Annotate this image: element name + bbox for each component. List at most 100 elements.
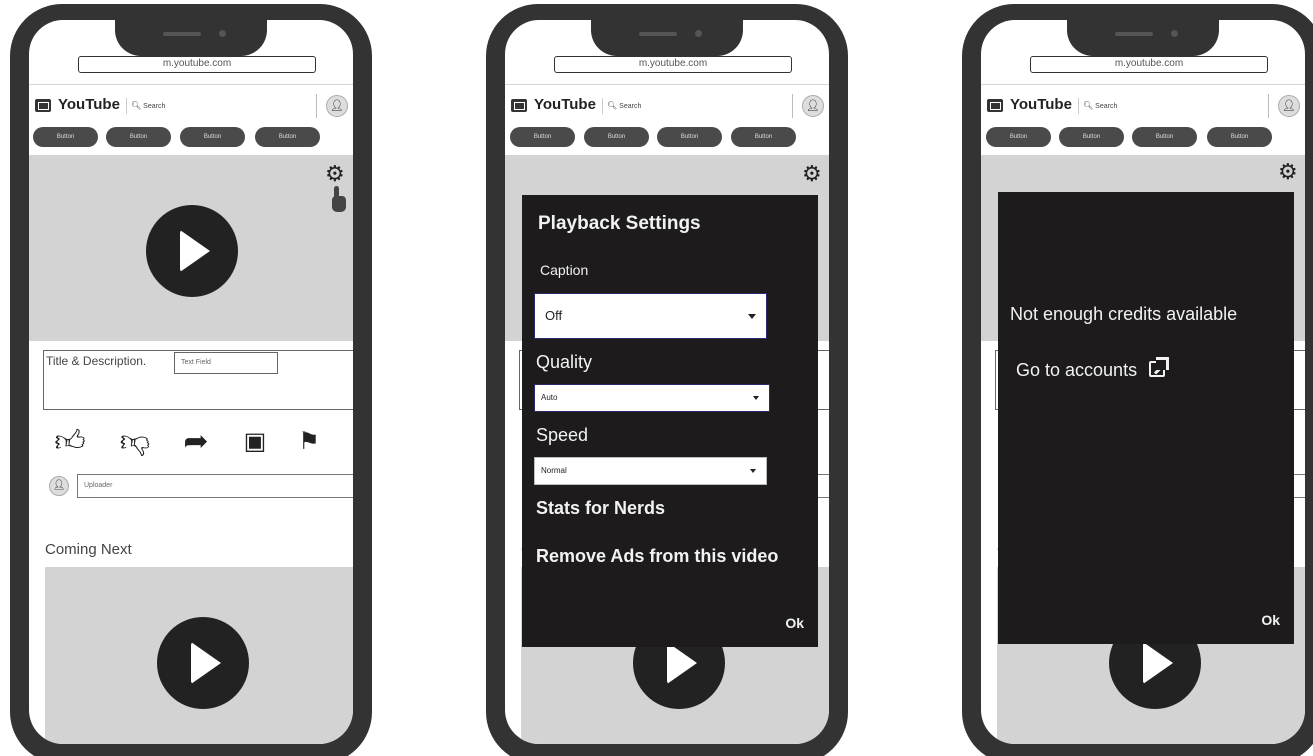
url-bar[interactable]: m.youtube.com (78, 56, 316, 73)
external-link-icon (1149, 357, 1170, 377)
play-icon (667, 642, 697, 684)
search-icon: 🔍︎ (607, 101, 618, 110)
phone-screen-2: m.youtube.com YouTube 🔍︎ Search 👤︎ Button… (505, 20, 829, 744)
title-description-box: Title & Description. Text Field (43, 350, 353, 410)
header-divider (792, 94, 793, 118)
video-player[interactable]: ⚙︎ (29, 155, 353, 341)
phone-screen-3: m.youtube.com YouTube 🔍︎ Search 👤︎ Button… (981, 20, 1305, 744)
share-icon[interactable]: ➦ (178, 424, 214, 460)
phone-frame-2: m.youtube.com YouTube 🔍︎ Search 👤︎ Button… (486, 4, 848, 756)
url-bar[interactable]: m.youtube.com (554, 56, 792, 73)
next-video-thumbnail[interactable] (45, 567, 353, 744)
app-title: YouTube (534, 96, 596, 113)
search-input[interactable]: 🔍︎ Search (126, 98, 311, 114)
chip-bar: Button Button Button Button (981, 127, 1305, 147)
app-title: YouTube (1010, 96, 1072, 113)
settings-gear-icon[interactable]: ⚙︎ (1278, 161, 1298, 183)
phone-frame-1: m.youtube.com YouTube 🔍︎ Search 👤︎ Button… (10, 4, 372, 756)
ok-button[interactable]: Ok (1261, 612, 1280, 628)
phone-frame-3: m.youtube.com YouTube 🔍︎ Search 👤︎ Button… (962, 4, 1313, 756)
credits-message: Not enough credits available (1010, 304, 1238, 324)
chip-button[interactable]: Button (106, 127, 171, 147)
chip-button[interactable]: Button (510, 127, 575, 147)
header-divider (316, 94, 317, 118)
app-header: YouTube 🔍︎ Search 👤︎ (29, 94, 353, 118)
menu-icon[interactable] (987, 99, 1003, 112)
credits-dialog: Not enough credits available Go to accou… (998, 192, 1294, 644)
search-placeholder: Search (619, 103, 642, 110)
coming-next-heading: Coming Next (45, 541, 132, 558)
account-icon[interactable]: 👤︎ (802, 95, 824, 117)
uploader-avatar-icon[interactable]: 👤︎ (49, 476, 69, 496)
search-input[interactable]: 🔍︎ Search (1078, 98, 1263, 114)
quality-label: Quality (536, 352, 593, 372)
stats-for-nerds-link[interactable]: Stats for Nerds (536, 498, 665, 519)
thumbs-down-icon[interactable]: 👎︎ (117, 424, 153, 460)
chip-button[interactable]: Button (33, 127, 98, 147)
app-title: YouTube (58, 96, 120, 113)
pointer-hand-icon (332, 186, 346, 212)
chevron-down-icon (748, 314, 756, 319)
menu-icon[interactable] (511, 99, 527, 112)
uploader-field[interactable]: Uploader (77, 474, 353, 498)
search-input[interactable]: 🔍︎ Search (602, 98, 787, 114)
app-header: YouTube 🔍︎ Search 👤︎ (981, 94, 1305, 118)
play-icon (191, 642, 221, 684)
search-placeholder: Search (143, 103, 166, 110)
account-icon[interactable]: 👤︎ (326, 95, 348, 117)
playback-settings-dialog: Playback Settings Caption Off Quality Au… (522, 195, 818, 647)
phone-screen-1: m.youtube.com YouTube 🔍︎ Search 👤︎ Button… (29, 20, 353, 744)
header-divider (1268, 94, 1269, 118)
quality-value: Auto (541, 393, 558, 402)
settings-gear-icon[interactable]: ⚙︎ (325, 163, 345, 185)
notch (591, 20, 743, 56)
action-bar: 👍︎ 👎︎ ➦ ▣ ⚑ (29, 424, 353, 464)
notch (1067, 20, 1219, 56)
remove-ads-link[interactable]: Remove Ads from this video (536, 546, 778, 567)
chip-button[interactable]: Button (1207, 127, 1272, 147)
account-icon[interactable]: 👤︎ (1278, 95, 1300, 117)
play-icon (180, 230, 210, 272)
notch (115, 20, 267, 56)
chip-button[interactable]: Button (180, 127, 245, 147)
menu-icon[interactable] (35, 99, 51, 112)
search-icon: 🔍︎ (131, 101, 142, 110)
browser-divider (981, 84, 1305, 85)
speed-value: Normal (541, 466, 567, 475)
chip-button[interactable]: Button (584, 127, 649, 147)
caption-value: Off (545, 308, 563, 323)
url-bar[interactable]: m.youtube.com (1030, 56, 1268, 73)
settings-gear-icon[interactable]: ⚙︎ (802, 163, 822, 185)
play-icon (1143, 642, 1173, 684)
caption-select[interactable]: Off (534, 293, 767, 339)
app-header: YouTube 🔍︎ Search 👤︎ (505, 94, 829, 118)
uploader-row: 👤︎ Uploader (29, 474, 353, 500)
thumbs-up-icon[interactable]: 👍︎ (52, 424, 88, 460)
search-placeholder: Search (1095, 103, 1118, 110)
chip-button[interactable]: Button (1059, 127, 1124, 147)
quality-select[interactable]: Auto (534, 384, 770, 412)
go-to-accounts-label: Go to accounts (1016, 360, 1138, 380)
title-description-label: Title & Description. (46, 354, 147, 368)
chip-button[interactable]: Button (986, 127, 1051, 147)
chip-button[interactable]: Button (657, 127, 722, 147)
flag-icon[interactable]: ⚑ (291, 424, 327, 460)
play-button[interactable] (157, 617, 249, 709)
browser-divider (505, 84, 829, 85)
go-to-accounts-link[interactable]: Go to accounts (1016, 357, 1170, 381)
browser-divider (29, 84, 353, 85)
search-icon: 🔍︎ (1083, 101, 1094, 110)
chevron-down-icon (753, 396, 759, 400)
play-button[interactable] (146, 205, 238, 297)
chip-button[interactable]: Button (1132, 127, 1197, 147)
chip-button[interactable]: Button (731, 127, 796, 147)
speed-select[interactable]: Normal (534, 457, 767, 485)
chip-bar: Button Button Button Button (29, 127, 353, 147)
dialog-title: Playback Settings (538, 213, 701, 234)
chip-button[interactable]: Button (255, 127, 320, 147)
speed-label: Speed (536, 425, 589, 445)
save-icon[interactable]: ▣ (237, 424, 273, 460)
ok-button[interactable]: Ok (785, 615, 804, 631)
text-field[interactable]: Text Field (174, 352, 278, 374)
chip-bar: Button Button Button Button (505, 127, 829, 147)
